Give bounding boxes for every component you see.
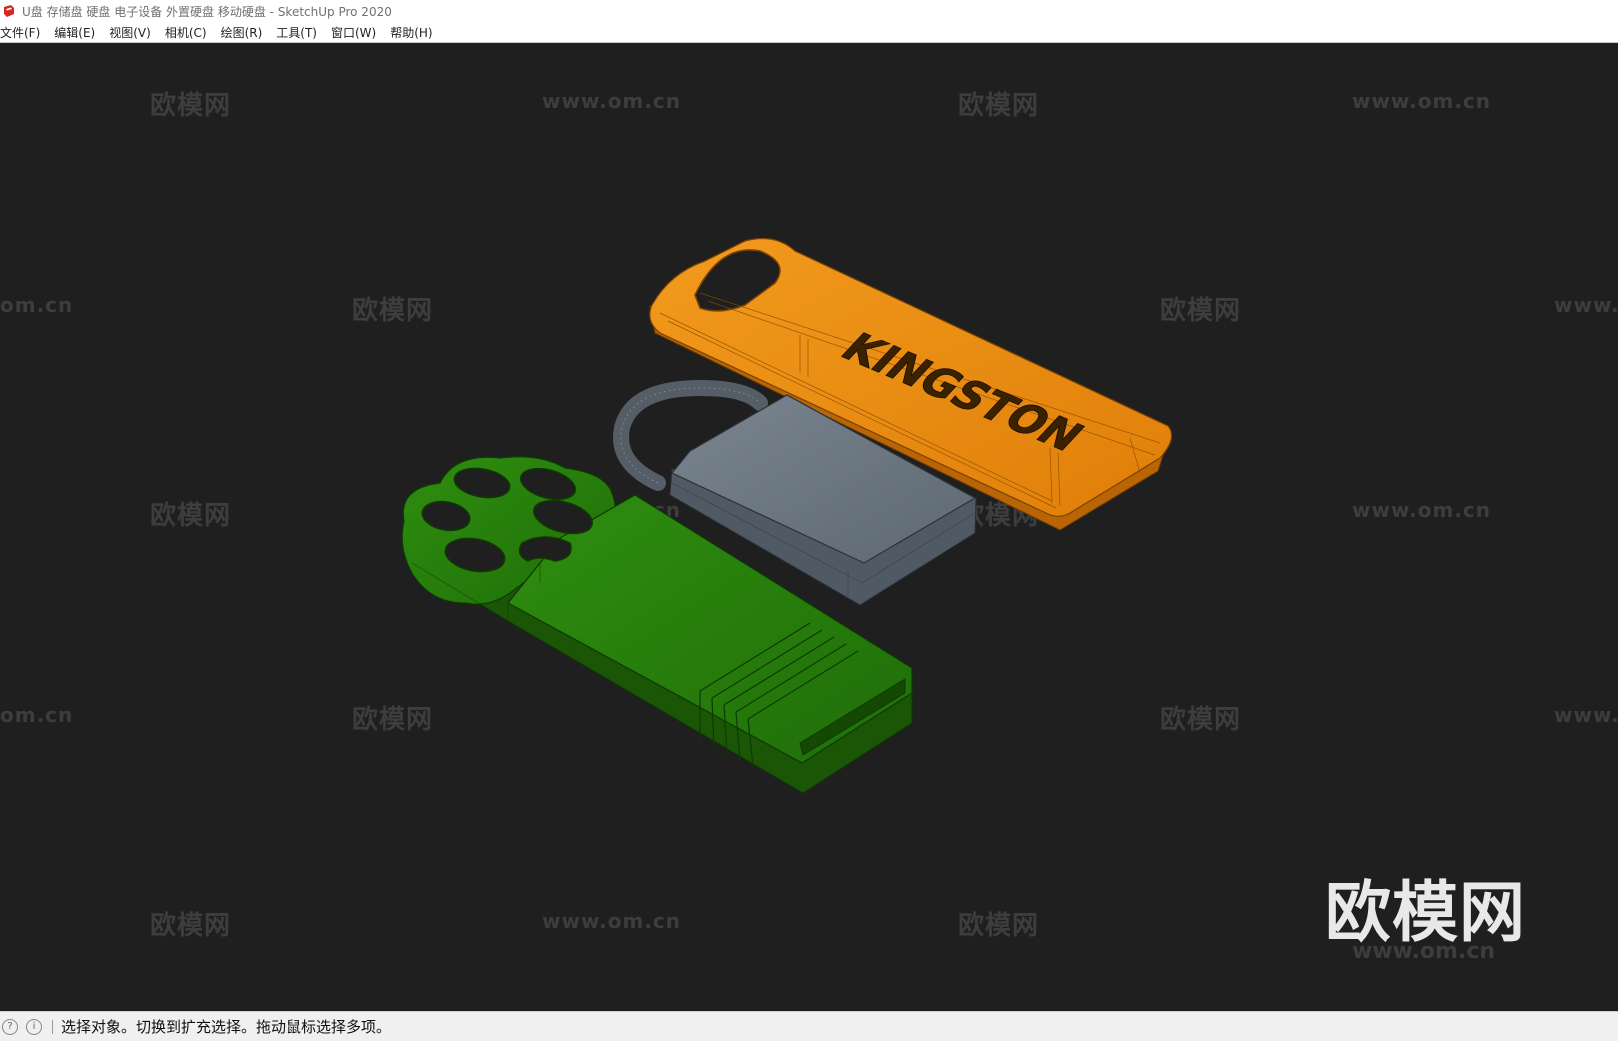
menu-window[interactable]: 窗口(W) xyxy=(324,24,383,41)
menu-edit[interactable]: 编辑(E) xyxy=(47,24,102,41)
status-message: 选择对象。切换到扩充选择。拖动鼠标选择多项。 xyxy=(61,1018,392,1036)
info-icon[interactable]: i xyxy=(26,1018,42,1035)
menu-view[interactable]: 视图(V) xyxy=(102,24,158,41)
sketchup-logo-icon xyxy=(4,5,14,17)
menu-file[interactable]: 文件(F) xyxy=(0,24,47,41)
status-bar: ? i 选择对象。切换到扩充选择。拖动鼠标选择多项。 xyxy=(0,1011,1618,1041)
window-title: U盘 存储盘 硬盘 电子设备 外置硬盘 移动硬盘 - SketchUp Pro … xyxy=(22,4,392,19)
menu-draw[interactable]: 绘图(R) xyxy=(214,24,270,41)
model-viewport[interactable]: 欧模网 www.om.cn 欧模网 www.om.cn om.cn 欧模网 ww… xyxy=(0,43,1618,1011)
menu-camera[interactable]: 相机(C) xyxy=(158,24,214,41)
geolocation-icon[interactable]: ? xyxy=(2,1018,18,1035)
title-bar: U盘 存储盘 硬盘 电子设备 外置硬盘 移动硬盘 - SketchUp Pro … xyxy=(0,0,1618,22)
menu-bar: 文件(F) 编辑(E) 视图(V) 相机(C) 绘图(R) 工具(T) 窗口(W… xyxy=(0,22,1618,43)
status-divider xyxy=(52,1019,53,1034)
menu-tools[interactable]: 工具(T) xyxy=(269,24,324,41)
watermark-url: www.om.cn xyxy=(1352,939,1496,964)
menu-help[interactable]: 帮助(H) xyxy=(383,24,439,41)
